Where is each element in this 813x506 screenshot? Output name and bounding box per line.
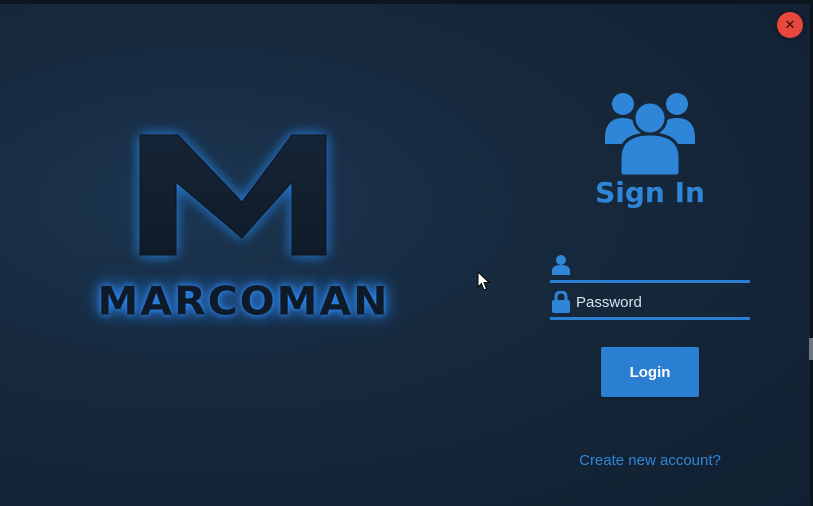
username-field[interactable] [550,250,775,283]
scroll-handle[interactable] [809,338,813,360]
sign-in-title: Sign In [595,176,705,209]
logo-m-mark [139,134,327,256]
username-input[interactable] [576,253,775,277]
create-account-link[interactable]: Create new account? [560,452,740,469]
title-strip [0,0,813,4]
user-icon [551,254,571,276]
close-icon: ✕ [784,17,796,33]
marcoman-logo: MARCOMAN [60,120,425,330]
password-input[interactable] [576,290,775,314]
users-group-icon [605,93,695,176]
login-window: ✕ MARCOMAN Sign In Login Create new acco… [0,0,813,506]
lock-icon [551,291,571,313]
mouse-cursor-icon [477,271,491,291]
logo-wordmark: MARCOMAN [97,278,390,324]
close-button[interactable]: ✕ [777,12,803,38]
login-button[interactable]: Login [601,347,699,397]
password-field[interactable] [550,287,775,320]
